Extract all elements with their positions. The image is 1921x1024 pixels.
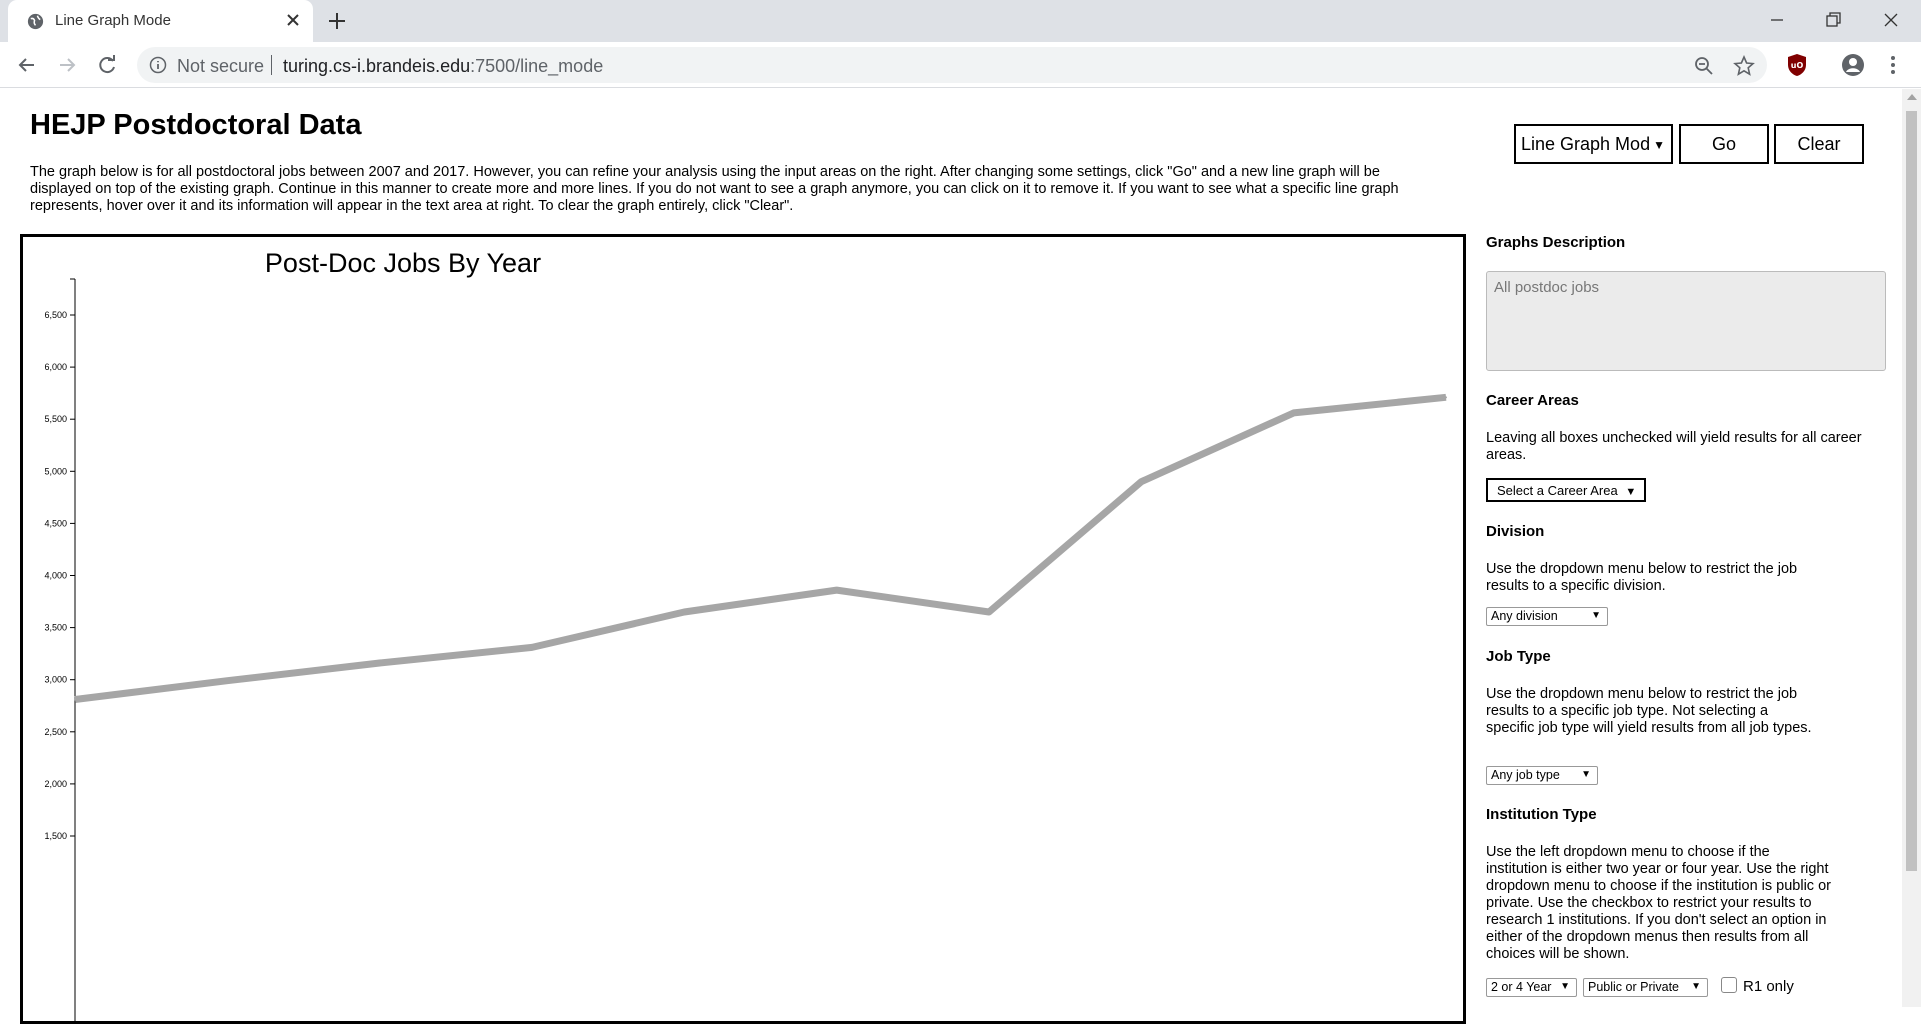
go-button[interactable]: Go — [1679, 124, 1769, 164]
browser-tabstrip: Line Graph Mode — [0, 0, 1921, 42]
dropdown-arrow-icon: ▼ — [1591, 610, 1601, 621]
y-tick-label: 2,000 — [44, 779, 67, 789]
scrollbar-thumb[interactable] — [1906, 111, 1917, 871]
url-separator — [271, 55, 272, 75]
y-tick-label: 5,000 — [44, 466, 67, 476]
zoom-icon[interactable] — [1693, 55, 1715, 77]
reload-icon[interactable] — [94, 52, 120, 78]
scroll-up-arrow-icon[interactable] — [1907, 94, 1917, 100]
line-graph: Post-Doc Jobs By Year 6,500 6,000 5,500 5,00… — [20, 234, 1466, 1024]
institution-type-heading: Institution Type — [1486, 806, 1597, 823]
year-type-select-value: 2 or 4 Year — [1491, 980, 1552, 994]
chart-title: Post-Doc Jobs By Year — [265, 248, 541, 278]
restore-icon[interactable] — [1818, 6, 1848, 34]
new-tab-icon[interactable] — [325, 9, 349, 33]
url-path: :7500/line_mode — [470, 56, 604, 76]
dropdown-arrow-icon: ▼ — [1560, 981, 1570, 992]
mode-select-value: Line Graph Mod — [1521, 134, 1651, 154]
y-tick-label: 6,500 — [44, 310, 67, 320]
career-area-label: Select a Career Area — [1497, 483, 1618, 498]
back-icon[interactable] — [14, 52, 40, 78]
y-tick-label: 1,500 — [44, 831, 67, 841]
url-host: turing.cs-i.brandeis.edu — [283, 56, 471, 76]
clear-button[interactable]: Clear — [1774, 124, 1864, 164]
info-icon[interactable] — [149, 56, 167, 74]
y-tick-label: 5,500 — [44, 414, 67, 424]
account-avatar-icon[interactable] — [1840, 52, 1866, 78]
division-heading: Division — [1486, 523, 1545, 540]
browser-tab[interactable]: Line Graph Mode — [8, 0, 313, 42]
globe-icon — [27, 13, 44, 30]
career-areas-heading: Career Areas — [1486, 392, 1579, 409]
y-tick-label: 4,500 — [44, 518, 67, 528]
dropdown-arrow-icon: ▼ — [1653, 138, 1665, 152]
y-tick-label: 6,000 — [44, 362, 67, 372]
career-areas-text: Leaving all boxes unchecked will yield r… — [1486, 430, 1862, 463]
division-text: Use the dropdown menu below to restrict … — [1486, 561, 1798, 594]
tab-title: Line Graph Mode — [55, 12, 171, 29]
url-text[interactable]: turing.cs-i.brandeis.edu:7500/line_mode — [283, 56, 603, 77]
data-point — [1140, 480, 1143, 483]
minimize-icon[interactable] — [1762, 6, 1792, 34]
data-point — [683, 610, 686, 613]
y-tick-label: 3,500 — [44, 623, 67, 633]
dropdown-arrow-icon: ▼ — [1691, 981, 1701, 992]
intro-text: The graph below is for all postdoctoral … — [30, 164, 1399, 214]
dropdown-arrow-icon: ▼ — [1581, 769, 1591, 780]
address-bar[interactable]: Not secure turing.cs-i.brandeis.edu:7500… — [137, 47, 1767, 83]
ublock-extension-icon[interactable]: uO — [1784, 52, 1810, 78]
menu-kebab-icon[interactable] — [1880, 52, 1906, 78]
job-type-select[interactable]: Any job type ▼ — [1486, 766, 1598, 785]
r1-only-checkbox[interactable] — [1721, 977, 1737, 993]
public-private-select[interactable]: Public or Private ▼ — [1583, 978, 1708, 997]
y-tick-label: 3,000 — [44, 675, 67, 685]
data-point — [378, 662, 381, 665]
data-point — [835, 589, 838, 592]
institution-type-text: Use the left dropdown menu to choose if … — [1486, 844, 1831, 962]
career-area-dropdown[interactable]: Select a Career Area ▼ — [1486, 478, 1646, 502]
data-point — [1445, 396, 1447, 399]
mode-select[interactable]: Line Graph Mod ▼ — [1514, 124, 1673, 164]
division-select[interactable]: Any division ▼ — [1486, 607, 1608, 626]
security-label: Not secure — [177, 56, 265, 76]
browser-toolbar: Not secure turing.cs-i.brandeis.edu:7500… — [0, 42, 1921, 88]
data-point — [988, 610, 990, 613]
data-point — [74, 698, 76, 701]
division-select-value: Any division — [1491, 609, 1558, 623]
data-point — [226, 679, 229, 682]
dropdown-arrow-icon: ▼ — [1625, 486, 1637, 498]
close-window-icon[interactable] — [1876, 6, 1906, 34]
page-scrollbar[interactable] — [1902, 89, 1921, 1007]
graphs-description-textarea[interactable]: All postdoc jobs — [1486, 271, 1886, 371]
page-title: HEJP Postdoctoral Data — [30, 109, 362, 141]
series-line[interactable] — [74, 393, 1447, 703]
y-tick-label: 2,500 — [44, 727, 67, 737]
job-type-text: Use the dropdown menu below to restrict … — [1486, 686, 1812, 736]
y-tick-label: 4,000 — [44, 571, 67, 581]
page-content: HEJP Postdoctoral Data The graph below i… — [0, 89, 1921, 1024]
year-type-select[interactable]: 2 or 4 Year ▼ — [1486, 978, 1577, 997]
public-private-select-value: Public or Private — [1588, 980, 1680, 994]
data-point — [1292, 411, 1295, 414]
job-type-heading: Job Type — [1486, 648, 1551, 665]
line-chart-svg: Post-Doc Jobs By Year 6,500 6,000 5,500 5,00… — [44, 248, 1447, 1021]
graphs-description-heading: Graphs Description — [1486, 234, 1626, 251]
r1-only-label: R1 only — [1743, 978, 1794, 995]
close-tab-icon[interactable] — [283, 10, 303, 30]
bookmark-star-icon[interactable] — [1733, 55, 1755, 77]
data-point — [531, 646, 533, 649]
job-type-select-value: Any job type — [1491, 768, 1560, 782]
forward-icon[interactable] — [54, 52, 80, 78]
svg-text:uO: uO — [1791, 61, 1804, 70]
